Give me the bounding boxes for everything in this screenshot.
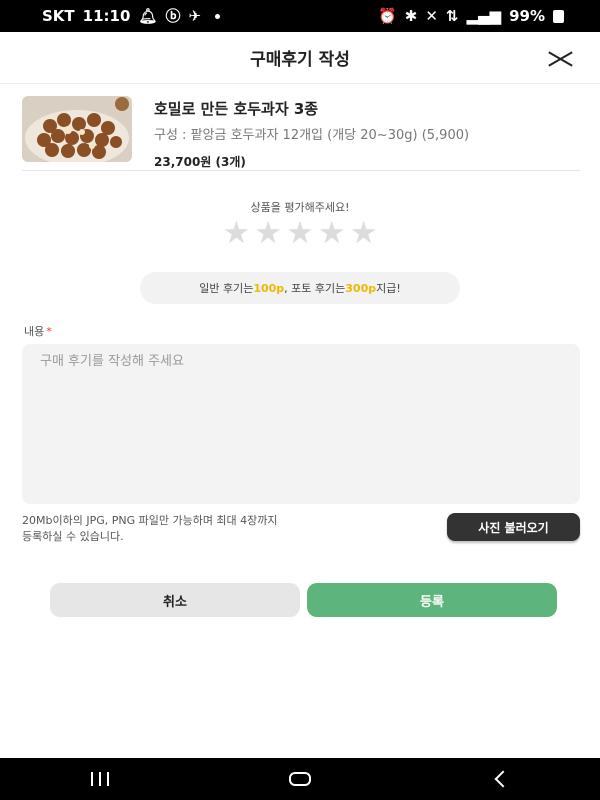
recent-apps-icon [91,772,109,786]
mute-icon: ✕ [425,6,438,25]
battery-icon [553,9,564,23]
header: 구매후기 작성 [0,32,600,84]
clock: 11:10 [82,7,131,25]
product-image [22,96,132,162]
bluetooth-icon: ✱ [404,6,418,25]
product-price: 23,700원 (3개) [154,155,246,169]
review-textarea[interactable] [22,344,580,504]
signal-icon: ▂▄▆ [466,6,502,25]
upload-note-line-1: 20Mb이하의 JPG, PNG 파일만 가능하며 최대 4장까지 [22,514,278,527]
back-icon [494,770,512,788]
points-text-2: , 포토 후기는 [284,282,346,295]
points-text-3: 지급! [376,282,401,295]
close-button[interactable] [546,45,574,73]
product-summary: 호밀로 만든 호두과자 3종 구성 : 팥앙금 호두과자 12개입 (개당 20… [22,96,580,172]
app-b-icon: ⓑ [165,6,181,25]
points-banner: 일반 후기는 100p, 포토 후기는 300p 지급! [140,272,460,304]
submit-button[interactable]: 등록 [307,583,557,617]
star-icon[interactable]: ★ [318,218,346,249]
back-button[interactable] [470,758,530,800]
system-nav-bar [0,758,600,800]
battery-percent: 99% [509,7,545,25]
content-label-text: 내용 [24,325,45,338]
page-title: 구매후기 작성 [250,50,350,70]
cancel-button[interactable]: 취소 [50,583,300,617]
star-rating: ★ ★ ★ ★ ★ [0,218,600,249]
required-mark: * [46,325,52,338]
status-bar: SKT 11:10 🔔︎ ⓑ ✈ ⏰ ✱ ✕ ⇅ ▂▄▆ 99% [0,0,600,32]
load-photo-button[interactable]: 사진 불러오기 [447,513,580,541]
bell-icon: 🔔︎ [138,6,158,25]
points-text-1: 일반 후기는 [199,282,254,295]
upload-note-line-2: 등록하실 수 있습니다. [22,530,124,543]
star-icon[interactable]: ★ [223,218,251,249]
run-icon: ✈ [188,6,202,25]
content-label: 내용 * [24,323,52,339]
divider [22,170,580,171]
product-option: 구성 : 팥앙금 호두과자 12개입 (개당 20~30g) (5,900) [154,128,470,143]
star-icon[interactable]: ★ [254,218,282,249]
star-icon[interactable]: ★ [286,218,314,249]
photo-points: 300p [345,281,377,295]
general-points: 100p [253,281,285,295]
upload-note: 20Mb이하의 JPG, PNG 파일만 가능하며 최대 4장까지 등록하실 수… [22,513,382,545]
notification-dot-icon [215,13,221,19]
home-button[interactable] [270,758,330,800]
home-icon [289,772,311,786]
recent-apps-button[interactable] [70,758,130,800]
star-icon[interactable]: ★ [350,218,378,249]
5g-icon: ⇅ [445,6,459,25]
product-name: 호밀로 만든 호두과자 3종 [154,100,319,118]
carrier-label: SKT [42,7,75,25]
alarm-icon: ⏰ [378,6,397,25]
rating-prompt: 상품을 평가해주세요! [250,201,350,214]
